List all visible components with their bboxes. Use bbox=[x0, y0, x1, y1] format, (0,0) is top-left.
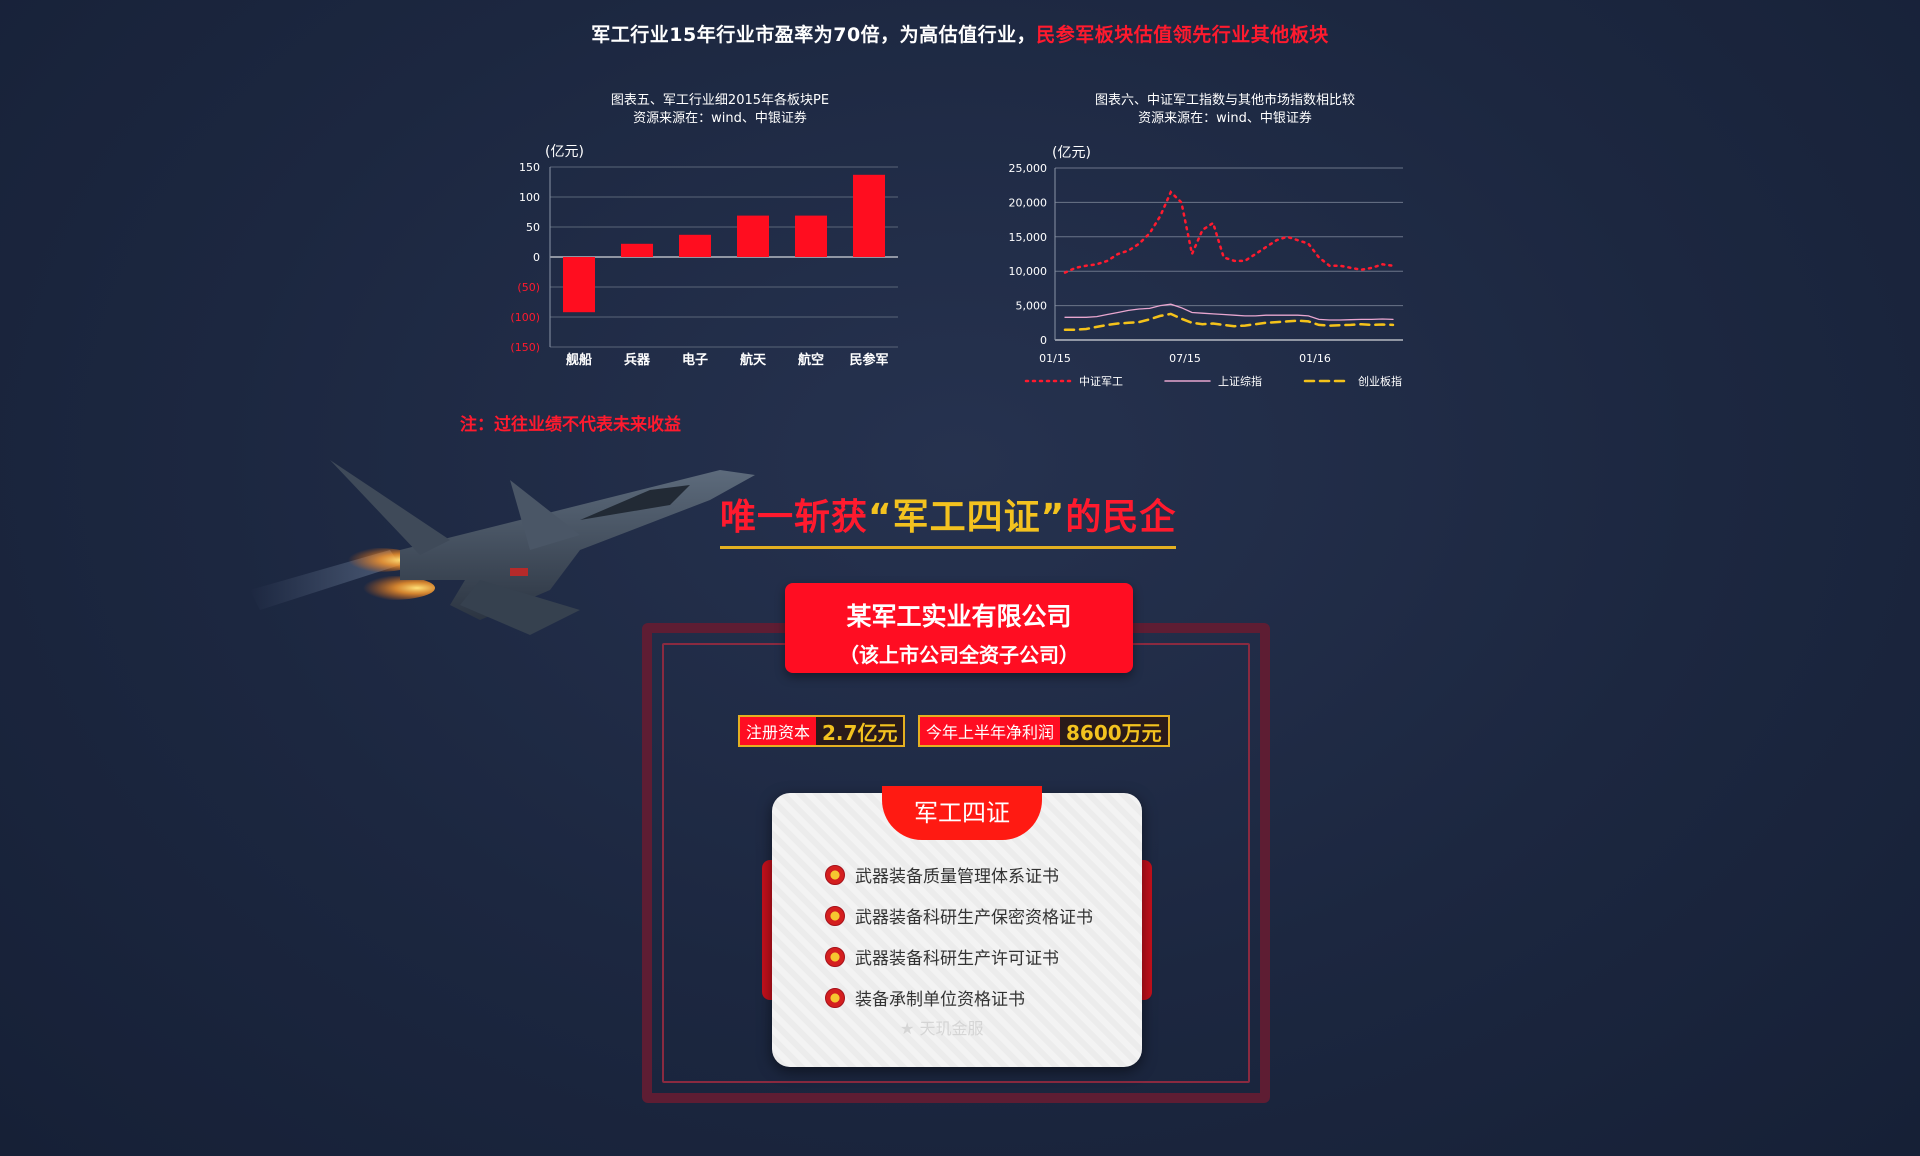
bar bbox=[737, 215, 769, 257]
slogan-quote: “军工四证” bbox=[868, 497, 1066, 538]
y-tick-label: (50) bbox=[517, 281, 540, 294]
national-emblem-icon bbox=[825, 905, 845, 926]
bar bbox=[853, 174, 885, 257]
series-line bbox=[1063, 189, 1395, 274]
certificate-list: 武器装备质量管理体系证书 武器装备科研生产保密资格证书 武器装备科研生产许可证书… bbox=[825, 854, 1093, 1018]
series-line bbox=[1063, 312, 1395, 331]
certificate-name: 装备承制单位资格证书 bbox=[855, 990, 1025, 1010]
watermark-logo: ★ 天玑金服 bbox=[900, 1019, 984, 1038]
bar bbox=[563, 257, 595, 313]
national-emblem-icon bbox=[825, 864, 845, 885]
y-tick-label: 25,000 bbox=[1009, 162, 1048, 175]
list-item: 武器装备科研生产保密资格证书 bbox=[825, 895, 1093, 936]
list-item: 装备承制单位资格证书 bbox=[825, 977, 1093, 1018]
slogan-post: 的民企 bbox=[1065, 497, 1177, 538]
x-tick-label: 航空 bbox=[798, 352, 824, 368]
y-tick-label: 20,000 bbox=[1009, 196, 1048, 209]
line-chart-title: 图表六、中证军工指数与其他市场指数相比较 bbox=[1094, 93, 1355, 108]
y-tick-label: 150 bbox=[519, 161, 540, 174]
x-tick-label: 07/15 bbox=[1169, 352, 1201, 365]
headline: 军工行业15年行业市盈率为70倍，为高估值行业，民参军板块估值领先行业其他板块 bbox=[0, 20, 1920, 47]
certificate-name: 武器装备质量管理体系证书 bbox=[855, 867, 1059, 887]
series-line bbox=[1064, 303, 1394, 321]
certificate-title: 军工四证 bbox=[882, 786, 1042, 840]
y-tick-label: 100 bbox=[519, 191, 540, 204]
list-item: 武器装备质量管理体系证书 bbox=[825, 854, 1093, 895]
y-tick-label: 15,000 bbox=[1009, 231, 1048, 244]
slogan: 唯一斩获“军工四证”的民企 bbox=[720, 488, 1177, 549]
bar-chart-title-block: 图表五、军工行业细2015年各板块PE 资源来源在：wind、中银证券 bbox=[560, 92, 880, 128]
bar-chart-title: 图表五、军工行业细2015年各板块PE bbox=[610, 93, 830, 108]
company-name: 某军工实业有限公司 bbox=[846, 602, 1072, 631]
x-tick-label: 01/16 bbox=[1299, 352, 1331, 365]
tag-label: 今年上半年净利润 bbox=[920, 717, 1061, 745]
x-tick-label: 兵器 bbox=[624, 352, 651, 368]
fighter-jet-illustration bbox=[250, 460, 755, 635]
national-emblem-icon bbox=[825, 987, 845, 1008]
bar bbox=[795, 215, 827, 257]
y-tick-label: (100) bbox=[510, 311, 540, 324]
legend-label: 中证军工 bbox=[1079, 375, 1123, 388]
registered-capital-tag: 注册资本 2.7亿元 bbox=[738, 715, 906, 747]
bar-chart-subtitle: 资源来源在：wind、中银证券 bbox=[633, 111, 807, 126]
line-chart-title-block: 图表六、中证军工指数与其他市场指数相比较 资源来源在：wind、中银证券 bbox=[1060, 92, 1390, 128]
y-tick-label: 50 bbox=[526, 221, 540, 234]
national-emblem-icon bbox=[825, 946, 845, 967]
line-chart-subtitle: 资源来源在：wind、中银证券 bbox=[1138, 111, 1312, 126]
y-axis-label: (亿元) bbox=[1052, 145, 1091, 161]
y-axis-label: (亿元) bbox=[545, 144, 584, 160]
x-tick-label: 民参军 bbox=[849, 352, 888, 368]
certificate-name: 武器装备科研生产许可证书 bbox=[855, 949, 1059, 969]
tag-label: 注册资本 bbox=[740, 717, 817, 745]
bar-chart: (亿元) 150 100 50 0 (50) (100) (150) 舰船 兵器 电子 航天 航空 民参军 bbox=[510, 144, 898, 368]
y-tick-label: 0 bbox=[1040, 334, 1047, 347]
y-tick-label: 0 bbox=[533, 251, 540, 264]
line-chart: (亿元) 0 5,000 10,000 15,000 20,000 25,000 01/15 0… bbox=[1009, 145, 1403, 388]
list-item: 武器装备科研生产许可证书 bbox=[825, 936, 1093, 977]
x-tick-label: 舰船 bbox=[566, 352, 592, 368]
headline-main: 军工行业15年行业市盈率为70倍，为高估值行业， bbox=[591, 24, 1037, 46]
legend-label: 创业板指 bbox=[1358, 374, 1402, 388]
company-subtitle: （该上市公司全资子公司） bbox=[839, 643, 1079, 667]
disclaimer-note: 注：过往业绩不代表未来收益 bbox=[460, 415, 681, 435]
slogan-pre: 唯一斩获 bbox=[720, 497, 869, 538]
bar bbox=[679, 234, 711, 257]
x-tick-label: 电子 bbox=[682, 352, 708, 368]
company-card: 某军工实业有限公司 （该上市公司全资子公司） bbox=[785, 583, 1133, 673]
y-tick-label: 5,000 bbox=[1016, 300, 1048, 313]
bar bbox=[621, 243, 653, 257]
tag-value: 8600万元 bbox=[1060, 717, 1168, 745]
y-tick-label: (150) bbox=[510, 341, 540, 354]
certificate-name: 武器装备科研生产保密资格证书 bbox=[855, 908, 1093, 928]
net-profit-tag: 今年上半年净利润 8600万元 bbox=[918, 715, 1170, 747]
x-tick-label: 航天 bbox=[740, 352, 767, 368]
legend-label: 上证综指 bbox=[1218, 374, 1262, 388]
y-tick-label: 10,000 bbox=[1009, 265, 1048, 278]
tag-value: 2.7亿元 bbox=[816, 717, 904, 745]
x-tick-label: 01/15 bbox=[1039, 352, 1071, 365]
headline-highlight: 民参军板块估值领先行业其他板块 bbox=[1036, 24, 1329, 46]
